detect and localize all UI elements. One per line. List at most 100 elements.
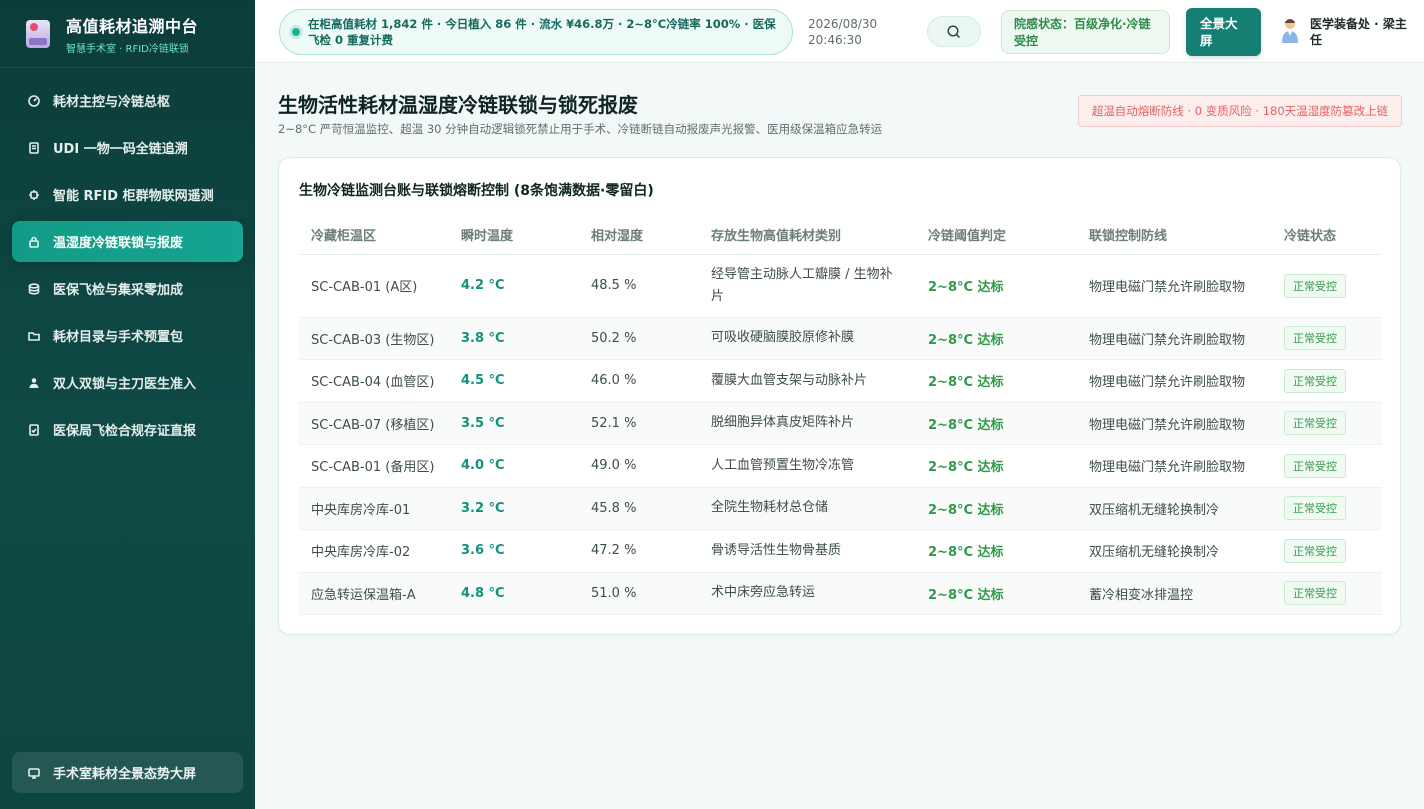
temperature-cell: 4.8 °C [449, 572, 579, 615]
doctor-avatar-icon [1282, 19, 1298, 43]
monitor-icon [28, 767, 40, 779]
zone-cell: SC-CAB-07 (移植区) [299, 402, 449, 445]
sidebar-item-dashboard[interactable]: 耗材主控与冷链总枢 [12, 80, 243, 121]
sidebar-item-label: 耗材主控与冷链总枢 [53, 95, 171, 110]
sidebar-item-label: 智能 RFID 柜群物联网遥测 [53, 189, 214, 204]
sidebar-item-dual-lock[interactable]: 双人双锁与主刀医生准入 [12, 362, 243, 403]
category-cell: 覆膜大血管支架与动脉补片 [699, 359, 916, 403]
zone-cell: 中央库房冷库-01 [299, 487, 449, 530]
table-row[interactable]: SC-CAB-07 (移植区) 3.5 °C 52.1 % 脱细胞异体真皮矩阵补… [299, 402, 1382, 445]
defense-cell: 双压缩机无缝轮换制冷 [1077, 529, 1272, 573]
user-name: 医学装备处 · 梁主任 [1310, 17, 1407, 47]
humidity-cell: 45.8 % [579, 487, 699, 530]
table-row[interactable]: SC-CAB-04 (血管区) 4.5 °C 46.0 % 覆膜大血管支架与动脉… [299, 359, 1382, 403]
card-title: 生物冷链监测台账与联锁熔断控制 (8条饱满数据·零留白) [299, 183, 654, 199]
column-header[interactable]: 相对湿度 [579, 215, 699, 255]
humidity-cell: 52.1 % [579, 402, 699, 445]
zone-cell: 中央库房冷库-02 [299, 529, 449, 573]
temperature-cell: 4.2 °C [449, 254, 579, 318]
humidity-cell: 51.0 % [579, 572, 699, 615]
sidebar-item-label: 双人双锁与主刀医生准入 [53, 377, 197, 392]
status-cell: 正常受控 [1272, 254, 1382, 318]
clock: 2026/08/30 20:46:30 [808, 16, 877, 48]
status-cell: 正常受控 [1272, 487, 1382, 530]
zone-cell: SC-CAB-04 (血管区) [299, 359, 449, 403]
temperature-cell: 3.5 °C [449, 402, 579, 445]
column-header[interactable]: 存放生物高值耗材类别 [699, 215, 916, 255]
table-header-row: 冷藏柜温区 瞬时温度 相对湿度 存放生物高值耗材类别 冷链阈值判定 联锁控制防线… [299, 215, 1382, 255]
threshold-cell: 2~8°C 达标 [916, 402, 1077, 445]
threshold-cell: 2~8°C 达标 [916, 444, 1077, 488]
chip-icon [28, 189, 40, 201]
temperature-cell: 3.6 °C [449, 529, 579, 573]
category-cell: 全院生物耗材总仓储 [699, 487, 916, 530]
status-cell: 正常受控 [1272, 317, 1382, 360]
status-badge: 正常受控 [1284, 453, 1346, 478]
brand: 高值耗材追溯中台 智慧手术室 · RFID冷链联锁 [0, 0, 255, 68]
table-row[interactable]: SC-CAB-01 (备用区) 4.0 °C 49.0 % 人工血管预置生物冷冻… [299, 444, 1382, 488]
cold-chain-table: 冷藏柜温区 瞬时温度 相对湿度 存放生物高值耗材类别 冷链阈值判定 联锁控制防线… [299, 215, 1382, 615]
page-title: 生物活性耗材温湿度冷链联锁与锁死报废 [278, 93, 638, 117]
temperature-cell: 4.0 °C [449, 444, 579, 488]
defense-cell: 蓄冷相变冰排温控 [1077, 572, 1272, 615]
search-button[interactable] [927, 16, 981, 47]
sidebar-item-rfid[interactable]: 智能 RFID 柜群物联网遥测 [12, 174, 243, 215]
defense-cell: 物理电磁门禁允许刷脸取物 [1077, 444, 1272, 488]
sidebar-item-cold-chain[interactable]: 温湿度冷链联锁与报废 [12, 221, 243, 262]
threshold-cell: 2~8°C 达标 [916, 529, 1077, 573]
table-row[interactable]: 应急转运保温箱-A 4.8 °C 51.0 % 术中床旁应急转运 2~8°C 达… [299, 572, 1382, 615]
table-row[interactable]: SC-CAB-03 (生物区) 3.8 °C 50.2 % 可吸收硬脑膜胶原修补… [299, 317, 1382, 360]
cold-chain-ledger-card: 生物冷链监测台账与联锁熔断控制 (8条饱满数据·零留白) 冷藏柜温区 瞬时温度 … [278, 157, 1401, 635]
situation-screen-button[interactable]: 手术室耗材全景态势大屏 [12, 752, 243, 793]
zone-cell: SC-CAB-01 (A区) [299, 254, 449, 318]
ticker-text: 在柜高值耗材 1,842 件 · 今日植入 86 件 · 流水 ¥46.8万 ·… [308, 17, 776, 47]
sidebar-item-label: 医保局飞检合规存证直报 [53, 424, 197, 439]
status-cell: 正常受控 [1272, 529, 1382, 573]
column-header[interactable]: 冷链阈值判定 [916, 215, 1077, 255]
temperature-cell: 4.5 °C [449, 359, 579, 403]
column-header[interactable]: 瞬时温度 [449, 215, 579, 255]
table-row[interactable]: 中央库房冷库-01 3.2 °C 45.8 % 全院生物耗材总仓储 2~8°C … [299, 487, 1382, 530]
database-icon [28, 282, 40, 295]
sidebar-item-compliance[interactable]: 医保局飞检合规存证直报 [12, 409, 243, 450]
category-cell: 可吸收硬脑膜胶原修补膜 [699, 317, 916, 360]
infection-status-badge: 院感状态：百级净化·冷链受控 [1001, 10, 1170, 54]
category-cell: 经导管主动脉人工瓣膜 / 生物补片 [699, 254, 916, 318]
lock-icon [28, 236, 40, 248]
metrics-ticker: 在柜高值耗材 1,842 件 · 今日植入 86 件 · 流水 ¥46.8万 ·… [279, 9, 793, 55]
clock-time: 20:46:30 [808, 33, 862, 47]
fullscreen-button[interactable]: 全景大屏 [1186, 8, 1261, 56]
category-cell: 脱细胞异体真皮矩阵补片 [699, 402, 916, 445]
user-icon [28, 377, 40, 389]
user-menu[interactable]: 医学装备处 · 梁主任 [1279, 16, 1410, 48]
sidebar-item-catalog[interactable]: 耗材目录与手术预置包 [12, 315, 243, 356]
table-row[interactable]: 中央库房冷库-02 3.6 °C 47.2 % 骨诱导活性生物骨基质 2~8°C… [299, 529, 1382, 573]
sidebar-item-label: UDI 一物一码全链追溯 [53, 142, 188, 157]
column-header[interactable]: 冷藏柜温区 [299, 215, 449, 255]
zone-cell: SC-CAB-03 (生物区) [299, 317, 449, 360]
temperature-cell: 3.2 °C [449, 487, 579, 530]
zone-cell: SC-CAB-01 (备用区) [299, 444, 449, 488]
sidebar-nav: 耗材主控与冷链总枢 UDI 一物一码全链追溯 智能 RFID 柜群物联网遥测 温… [0, 68, 255, 450]
status-cell: 正常受控 [1272, 402, 1382, 445]
column-header[interactable]: 冷链状态 [1272, 215, 1382, 255]
humidity-cell: 50.2 % [579, 317, 699, 360]
sidebar: 高值耗材追溯中台 智慧手术室 · RFID冷链联锁 耗材主控与冷链总枢 UDI … [0, 0, 255, 809]
status-badge: 正常受控 [1284, 411, 1346, 436]
defense-cell: 物理电磁门禁允许刷脸取物 [1077, 359, 1272, 403]
status-cell: 正常受控 [1272, 572, 1382, 615]
status-cell: 正常受控 [1272, 444, 1382, 488]
defense-cell: 物理电磁门禁允许刷脸取物 [1077, 317, 1272, 360]
sidebar-item-udi-trace[interactable]: UDI 一物一码全链追溯 [12, 127, 243, 168]
live-dot-icon [292, 28, 300, 36]
situation-screen-label: 手术室耗材全景态势大屏 [53, 767, 197, 782]
zone-cell: 应急转运保温箱-A [299, 572, 449, 615]
status-badge: 正常受控 [1284, 538, 1346, 563]
column-header[interactable]: 联锁控制防线 [1077, 215, 1272, 255]
table-row[interactable]: SC-CAB-01 (A区) 4.2 °C 48.5 % 经导管主动脉人工瓣膜 … [299, 254, 1382, 318]
category-cell: 术中床旁应急转运 [699, 572, 916, 615]
sidebar-item-insurance[interactable]: 医保飞检与集采零加成 [12, 268, 243, 309]
humidity-cell: 47.2 % [579, 529, 699, 573]
category-cell: 骨诱导活性生物骨基质 [699, 529, 916, 573]
defense-cell: 物理电磁门禁允许刷脸取物 [1077, 254, 1272, 318]
